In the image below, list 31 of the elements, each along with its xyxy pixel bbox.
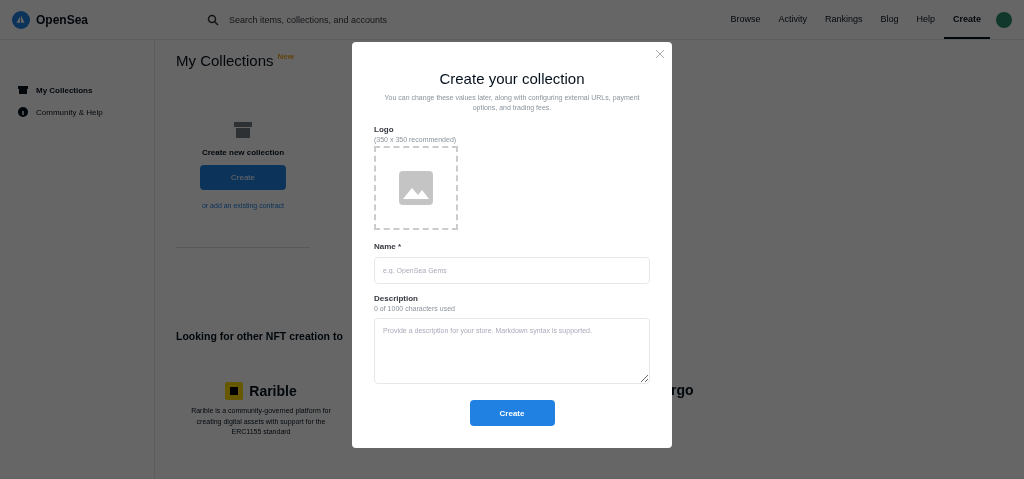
create-button[interactable]: Create xyxy=(469,400,555,427)
logo-drop-zone[interactable] xyxy=(374,146,458,231)
search-field[interactable]: Search items, collections, and accounts xyxy=(227,13,551,26)
tool-name[interactable]: Rarible xyxy=(249,383,297,399)
sailboat-logo-icon[interactable] xyxy=(12,10,30,29)
store-icon xyxy=(234,122,252,138)
create-button[interactable]: Create xyxy=(200,165,286,190)
brand-name[interactable]: OpenSea xyxy=(36,12,89,27)
field-label: Description xyxy=(374,294,419,304)
section-heading: Looking for other NFT creation to xyxy=(176,330,343,342)
sidebar-item[interactable]: My Collections xyxy=(18,85,154,95)
page-title: My Collections xyxy=(176,52,274,69)
image-icon xyxy=(399,171,433,206)
search-icon xyxy=(207,13,219,26)
modal-title: Create your collection xyxy=(438,70,586,87)
sidebar-item[interactable]: Community & Help xyxy=(18,107,154,117)
nav-tab[interactable]: Activity xyxy=(769,0,816,39)
store-icon xyxy=(18,85,28,95)
avatar[interactable] xyxy=(996,11,1012,28)
field-label: Logo xyxy=(374,125,395,135)
nav-tab[interactable]: Rankings xyxy=(815,0,872,39)
nav-tab[interactable]: Create xyxy=(944,0,990,39)
new-label: New xyxy=(277,52,294,61)
card-title: Create new collection xyxy=(201,148,285,157)
nav-tab[interactable]: Help xyxy=(907,0,944,39)
nav-tab[interactable]: Blog xyxy=(871,0,908,39)
tool-name[interactable]: rgo xyxy=(671,382,694,398)
nav-tab[interactable]: Browse xyxy=(721,0,770,39)
field-label: Name * xyxy=(374,242,403,252)
info-icon xyxy=(18,107,28,117)
close-icon[interactable] xyxy=(656,50,664,58)
